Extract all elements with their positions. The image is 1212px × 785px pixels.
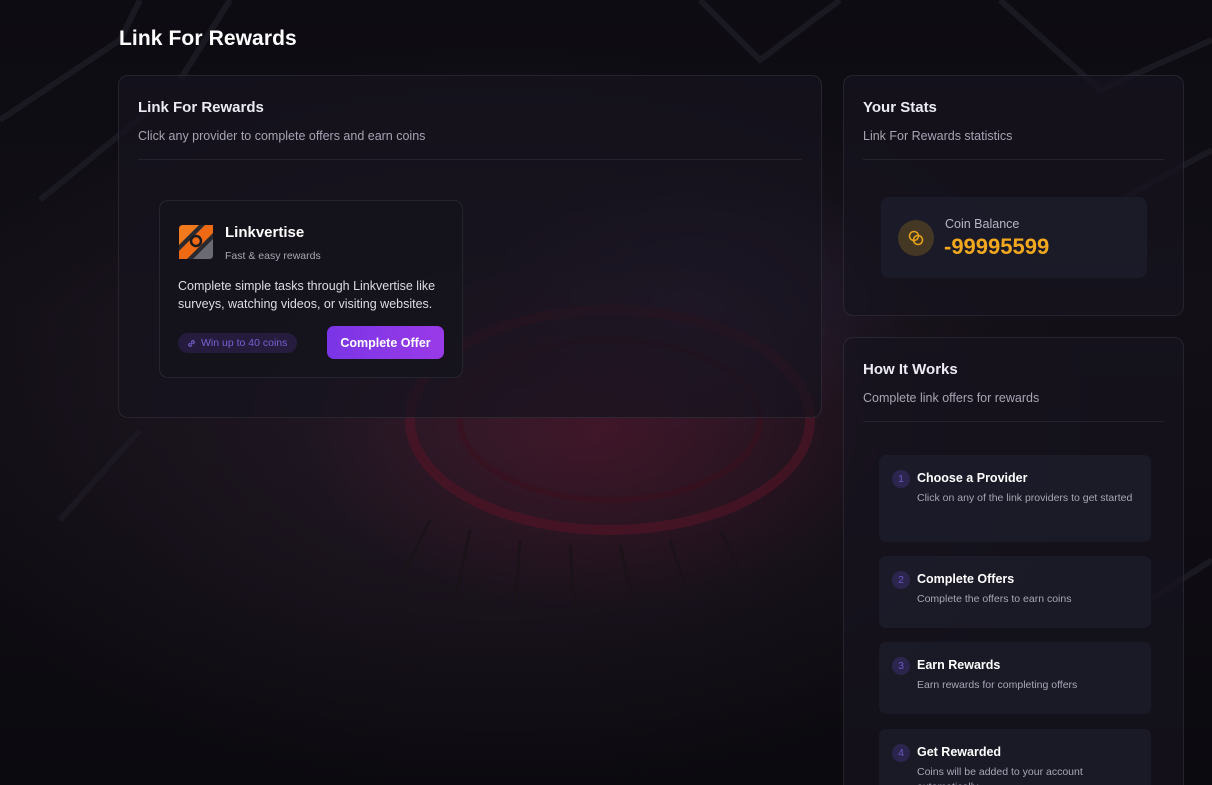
step-item: 1 Choose a Provider Click on any of the … [879, 455, 1151, 542]
step-number: 3 [892, 657, 910, 675]
step-item: 3 Earn Rewards Earn rewards for completi… [879, 642, 1151, 714]
card-title: How It Works [863, 361, 958, 378]
step-number: 4 [892, 744, 910, 762]
provider-tagline: Fast & easy rewards [225, 250, 321, 262]
step-item: 4 Get Rewarded Coins will be added to yo… [879, 729, 1151, 785]
linkvertise-logo-icon [179, 225, 213, 259]
coins-icon [898, 220, 934, 256]
link-for-rewards-card: Link For Rewards Click any provider to c… [118, 75, 822, 418]
step-description: Click on any of the link providers to ge… [917, 492, 1133, 504]
link-icon [188, 339, 195, 347]
step-description: Earn rewards for completing offers [917, 679, 1078, 691]
balance-label: Coin Balance [945, 217, 1020, 231]
page-title: Link For Rewards [119, 27, 297, 50]
step-title: Complete Offers [917, 572, 1015, 586]
card-subtitle: Complete link offers for rewards [863, 391, 1040, 405]
reward-label: Win up to 40 coins [201, 337, 288, 349]
balance-value: -99995599 [944, 234, 1050, 259]
card-title: Link For Rewards [138, 99, 264, 116]
step-number: 2 [892, 571, 910, 589]
card-title: Your Stats [863, 99, 937, 116]
step-description: Complete the offers to earn coins [917, 593, 1072, 605]
provider-description: Complete simple tasks through Linkvertis… [178, 279, 436, 311]
your-stats-card: Your Stats Link For Rewards statistics C… [843, 75, 1184, 316]
complete-offer-button[interactable]: Complete Offer [327, 326, 444, 359]
step-title: Earn Rewards [917, 658, 1001, 672]
card-subtitle: Click any provider to complete offers an… [138, 129, 426, 143]
step-title: Get Rewarded [917, 745, 1002, 759]
step-item: 2 Complete Offers Complete the offers to… [879, 556, 1151, 628]
divider [863, 159, 1164, 160]
divider [863, 421, 1164, 422]
reward-badge: Win up to 40 coins [178, 333, 298, 353]
provider-name: Linkvertise [225, 224, 305, 241]
step-description: Coins will be added to your account auto… [917, 766, 1083, 785]
coin-balance-box: Coin Balance -99995599 [881, 197, 1147, 278]
card-subtitle: Link For Rewards statistics [863, 129, 1013, 143]
divider [138, 159, 802, 160]
step-number: 1 [892, 470, 910, 488]
how-it-works-card: How It Works Complete link offers for re… [843, 337, 1184, 785]
step-title: Choose a Provider [917, 471, 1028, 485]
provider-card-linkvertise[interactable]: Linkvertise Fast & easy rewards Complete… [159, 200, 463, 378]
